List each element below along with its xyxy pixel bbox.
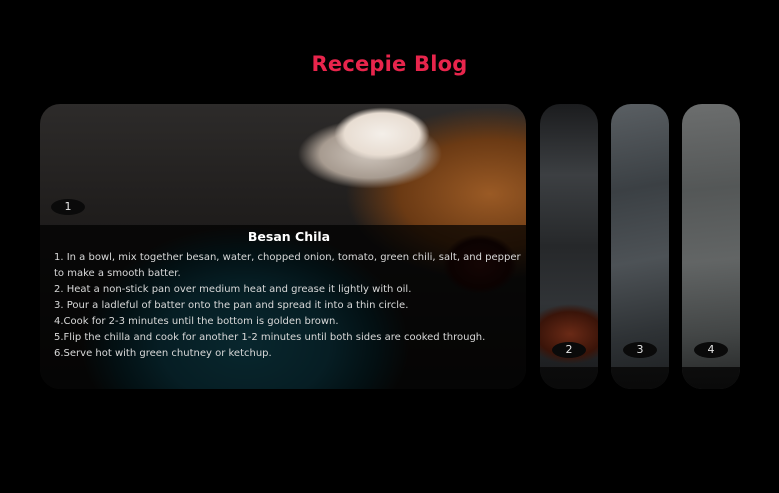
recipe-step: 1. In a bowl, mix together besan, water,… <box>54 252 521 279</box>
recipe-panel-1[interactable]: 1 Besan Chila 1. In a bowl, mix together… <box>40 104 526 389</box>
panel-number-badge: 2 <box>552 342 586 358</box>
panel-number-badge: 3 <box>623 342 657 358</box>
recipe-steps: 1. In a bowl, mix together besan, water,… <box>54 250 526 362</box>
recipe-step: 5.Flip the chilla and cook for another 1… <box>54 332 486 343</box>
recipe-panel-4[interactable]: 4 <box>682 104 740 389</box>
recipe-step: 4.Cook for 2-3 minutes until the bottom … <box>54 316 339 327</box>
recipe-blog-page: Recepie Blog 1 Besan Chila 1. In a bowl,… <box>0 0 779 493</box>
panel-footer <box>540 367 598 389</box>
page-title: Recepie Blog <box>311 52 468 76</box>
panel-number-badge: 1 <box>51 199 85 215</box>
recipe-step: 2. Heat a non-stick pan over medium heat… <box>54 284 412 295</box>
panel-footer <box>682 367 740 389</box>
panel-footer <box>611 367 669 389</box>
recipe-panel-2[interactable]: 2 <box>540 104 598 389</box>
recipe-title: Besan Chila <box>247 229 331 244</box>
recipe-details: Besan Chila 1. In a bowl, mix together b… <box>40 225 526 389</box>
recipe-step: 3. Pour a ladleful of batter onto the pa… <box>54 300 409 311</box>
panel-number-badge: 4 <box>694 342 728 358</box>
recipe-panel-3[interactable]: 3 <box>611 104 669 389</box>
recipe-step: 6.Serve hot with green chutney or ketchu… <box>54 348 272 359</box>
